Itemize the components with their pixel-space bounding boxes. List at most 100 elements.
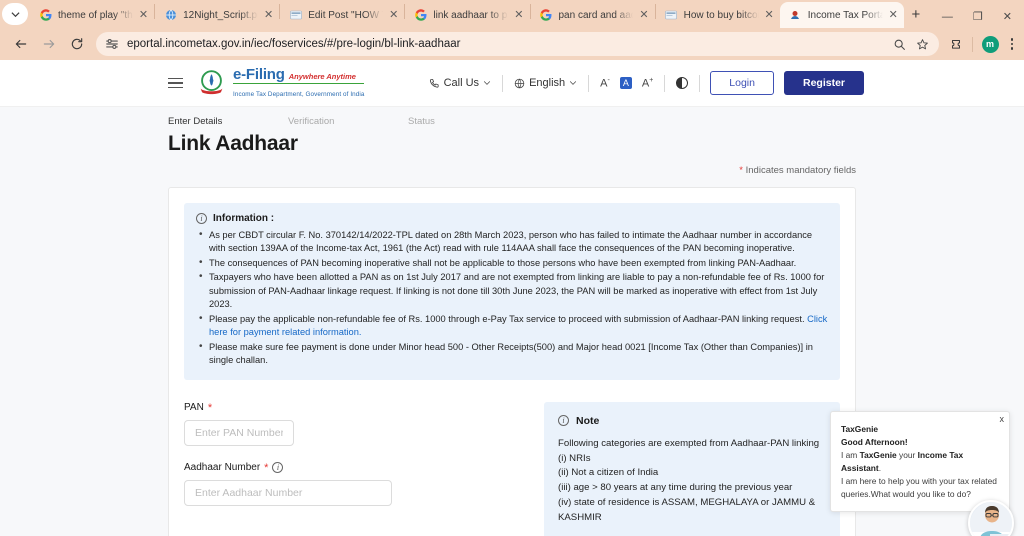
tab-title: 12Night_Script.pdf <box>183 9 259 21</box>
login-button[interactable]: Login <box>710 71 774 95</box>
header-divider <box>664 74 666 92</box>
page-title: Link Aadhaar <box>168 132 298 155</box>
aadhaar-required-asterisk: * <box>264 461 269 474</box>
tab-close-icon[interactable]: ✕ <box>139 9 148 21</box>
chat-intro-line: I am TaxGenie your Income Tax Assistant. <box>841 450 964 474</box>
omnibox-icons <box>893 38 933 51</box>
search-icon[interactable] <box>893 38 906 51</box>
minimize-button[interactable]: — <box>942 12 953 23</box>
forward-navigation-button[interactable] <box>36 31 62 57</box>
font-size-decrease-button[interactable]: A- <box>600 77 610 90</box>
window-close-button[interactable]: ✕ <box>1003 12 1012 23</box>
call-us-menu[interactable]: Call Us <box>418 77 502 89</box>
mandatory-label: Indicates mandatory fields <box>745 165 856 176</box>
tab-close-icon[interactable]: ✕ <box>889 9 898 21</box>
mandatory-fields-note: * Indicates mandatory fields <box>0 156 1024 176</box>
aadhaar-info-icon[interactable]: i <box>272 462 284 474</box>
toolbar-separator <box>971 36 973 52</box>
browser-tab-active[interactable]: Income Tax Portal, G ✕ <box>779 2 904 28</box>
aadhaar-label: Aadhaar Number <box>184 462 261 474</box>
information-header: i Information : <box>196 213 828 224</box>
form-and-note-row: PAN * Aadhaar Number * i <box>184 401 840 536</box>
language-selector[interactable]: English <box>503 77 588 89</box>
tab-title: pan card and aadha <box>558 9 634 21</box>
step-status: Status <box>408 116 435 127</box>
google-icon <box>414 9 427 22</box>
chat-bold-name: TaxGenie <box>859 450 897 461</box>
aadhaar-input[interactable] <box>184 479 392 506</box>
chrome-menu-icon[interactable] <box>1008 38 1017 50</box>
information-title: Information : <box>213 213 275 224</box>
incometax-icon <box>789 9 802 22</box>
bookmark-star-icon[interactable] <box>916 38 929 51</box>
information-bullet: Please make sure fee payment is done und… <box>196 340 828 368</box>
note-line: (i) NRIs <box>558 452 591 464</box>
note-title: Note <box>576 414 600 427</box>
pan-required-asterisk: * <box>207 401 213 414</box>
globe-icon <box>514 78 525 88</box>
browser-tab[interactable]: link aadhaar to pan ✕ <box>405 2 529 28</box>
extensions-icon[interactable] <box>949 37 963 51</box>
information-bullet: As per CBDT circular F. No. 370142/14/20… <box>196 228 828 256</box>
register-button[interactable]: Register <box>783 71 864 95</box>
wordpress-icon <box>665 9 678 22</box>
chat-greeting: Good Afternoon! <box>841 437 908 448</box>
note-line: (iii) age > 80 years at any time during … <box>558 482 793 494</box>
tab-title: Income Tax Portal, G <box>807 9 883 21</box>
profile-avatar[interactable]: m <box>981 35 999 53</box>
chat-close-icon[interactable]: x <box>1000 414 1005 424</box>
globe-icon <box>164 9 177 22</box>
font-size-increase-button[interactable]: A+ <box>642 77 653 90</box>
font-size-controls: A- A A+ <box>589 77 664 90</box>
tab-search-button[interactable] <box>2 3 28 25</box>
aadhaar-label-row: Aadhaar Number * i <box>184 462 514 474</box>
information-bullet: The consequences of PAN becoming inopera… <box>196 256 828 271</box>
menu-hamburger-icon[interactable] <box>168 77 183 89</box>
arrow-left-icon <box>15 39 27 49</box>
pan-label-row: PAN * <box>184 402 514 414</box>
chat-help-line: I am here to help you with your tax rela… <box>841 476 997 500</box>
back-navigation-button[interactable] <box>8 31 34 57</box>
chevron-down-icon <box>484 81 491 85</box>
site-header: e-Filing Anywhere Anytime Income Tax Dep… <box>0 60 1024 107</box>
information-panel: i Information : As per CBDT circular F. … <box>184 203 840 380</box>
info-icon: i <box>196 213 207 224</box>
information-bullet-list: As per CBDT circular F. No. 370142/14/20… <box>196 228 828 368</box>
note-panel: i Note Following categories are exempted… <box>544 401 840 536</box>
wordpress-icon <box>289 9 302 22</box>
note-header: i Note <box>558 415 826 427</box>
browser-window: theme of play "the t ✕ 12Night_Script.pd… <box>0 0 1024 536</box>
font-size-default-button[interactable]: A <box>619 77 632 89</box>
chat-assistant-name: TaxGenie <box>841 424 879 434</box>
note-line: Following categories are exempted from A… <box>558 437 820 449</box>
high-contrast-toggle-icon[interactable] <box>676 77 689 89</box>
tab-close-icon[interactable]: ✕ <box>389 9 398 21</box>
asterisk-marker: * <box>739 165 743 176</box>
tab-close-icon[interactable]: ✕ <box>639 9 648 21</box>
maximize-button[interactable]: ❐ <box>973 12 983 23</box>
address-bar[interactable]: eportal.incometax.gov.in/iec/foservices/… <box>96 32 939 56</box>
browser-tab[interactable]: pan card and aadha ✕ <box>531 2 655 28</box>
chevron-down-icon <box>570 81 577 85</box>
information-bullet: Taxpayers who have been allotted a PAN a… <box>196 270 828 311</box>
browser-tab[interactable]: 12Night_Script.pdf ✕ <box>155 2 279 28</box>
url-text: eportal.incometax.gov.in/iec/foservices/… <box>127 38 461 50</box>
pan-input[interactable] <box>184 419 294 446</box>
tab-close-icon[interactable]: ✕ <box>264 9 273 21</box>
browser-tab[interactable]: theme of play "the t ✕ <box>30 2 154 28</box>
step-enter-details[interactable]: Enter Details <box>168 116 288 127</box>
brand-logo[interactable]: e-Filing Anywhere Anytime Income Tax Dep… <box>197 67 365 100</box>
browser-tab[interactable]: How to buy bitcoin ✕ <box>656 2 780 28</box>
arrow-right-icon <box>43 39 55 49</box>
reload-button[interactable] <box>64 31 90 57</box>
india-emblem-icon <box>197 69 226 98</box>
browser-tab[interactable]: Edit Post "HOW TO L ✕ <box>280 2 404 28</box>
tab-close-icon[interactable]: ✕ <box>514 9 523 21</box>
step-verification: Verification <box>288 116 335 127</box>
tab-close-icon[interactable]: ✕ <box>765 9 774 21</box>
site-settings-icon[interactable] <box>105 37 119 51</box>
payment-text: Please pay the applicable non-refundable… <box>209 313 808 324</box>
chevron-down-icon <box>10 11 20 17</box>
browser-toolbar: eportal.incometax.gov.in/iec/foservices/… <box>0 28 1024 60</box>
new-tab-button[interactable]: + <box>904 2 928 26</box>
